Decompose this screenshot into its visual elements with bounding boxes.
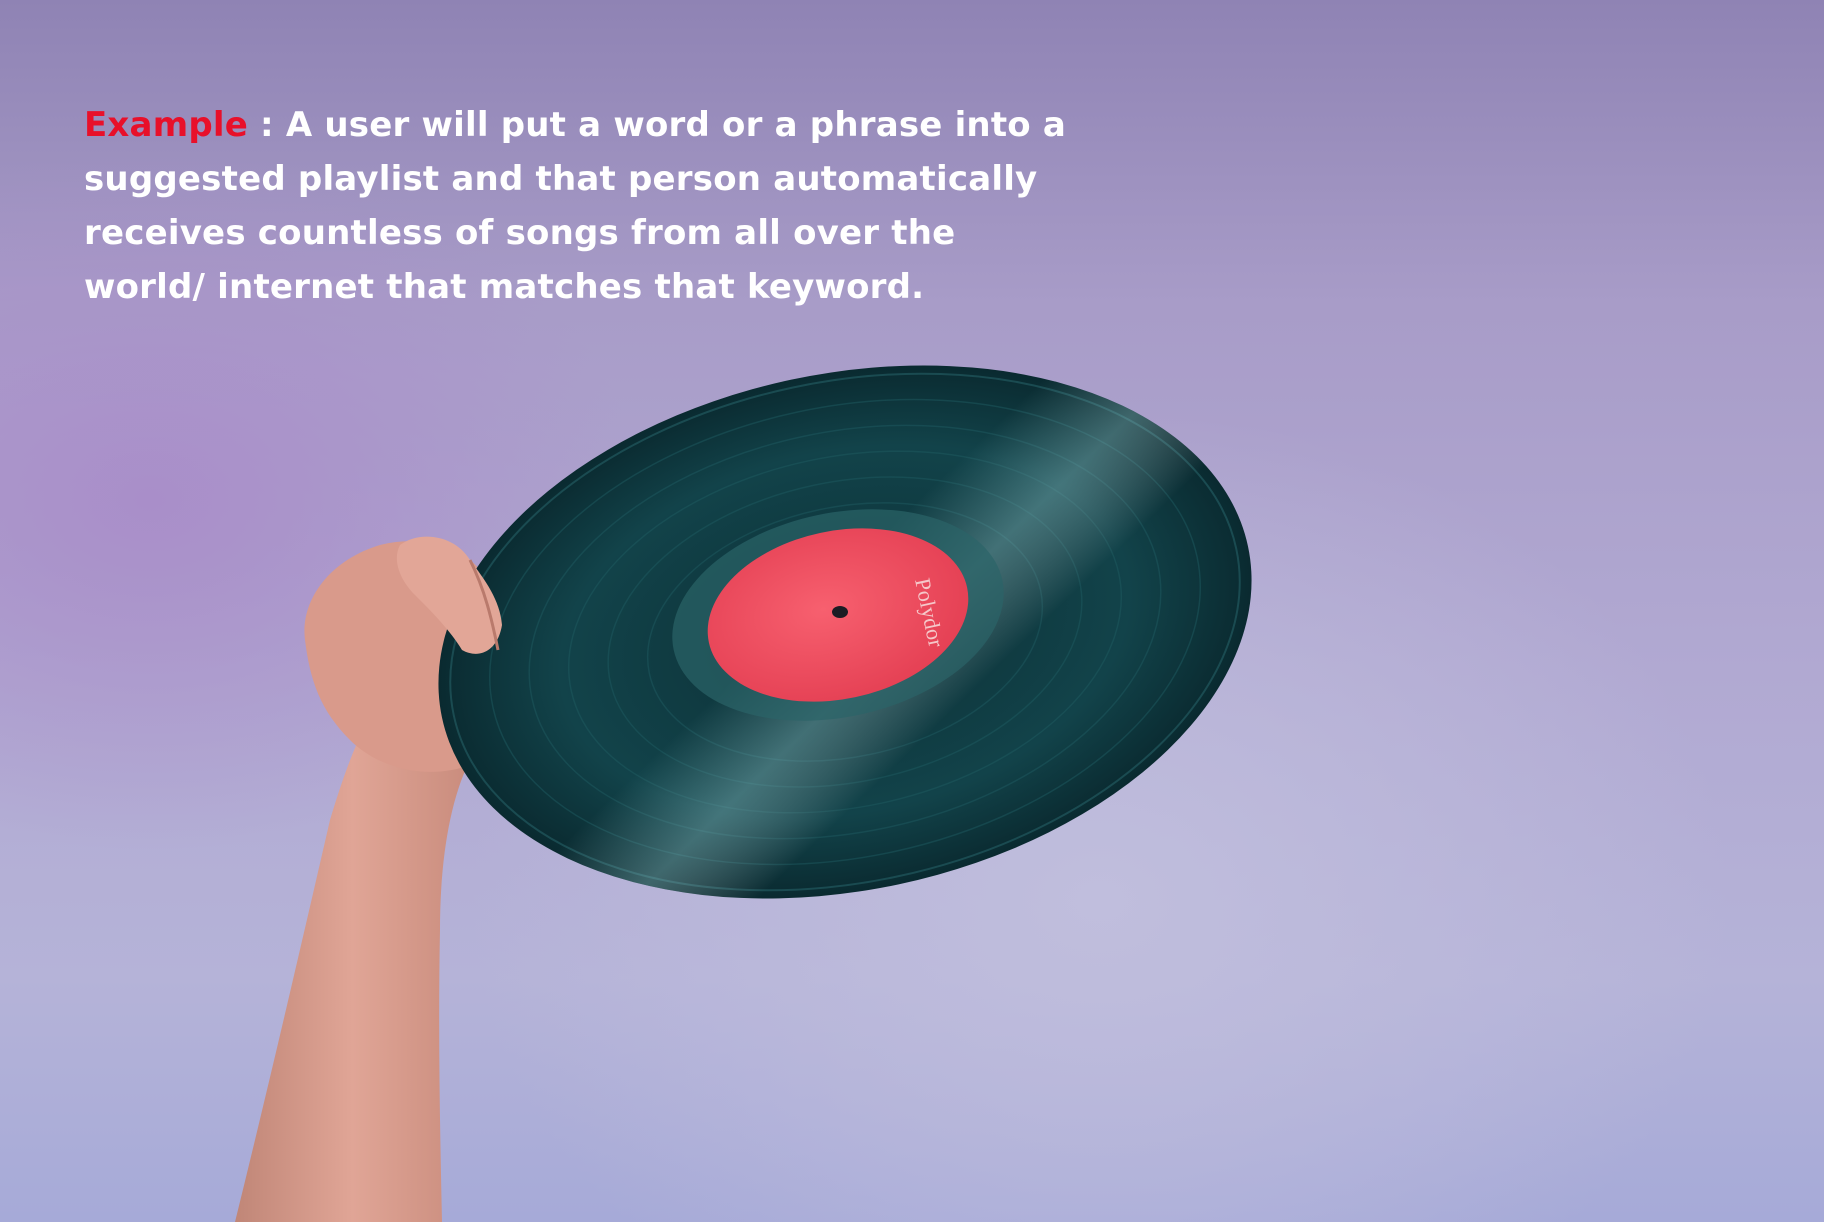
caption-lead: Example: [84, 105, 248, 145]
arm: [235, 700, 470, 1222]
vinyl-record: [438, 365, 1252, 899]
caption-text: Example : A user will put a word or a ph…: [84, 98, 1084, 314]
